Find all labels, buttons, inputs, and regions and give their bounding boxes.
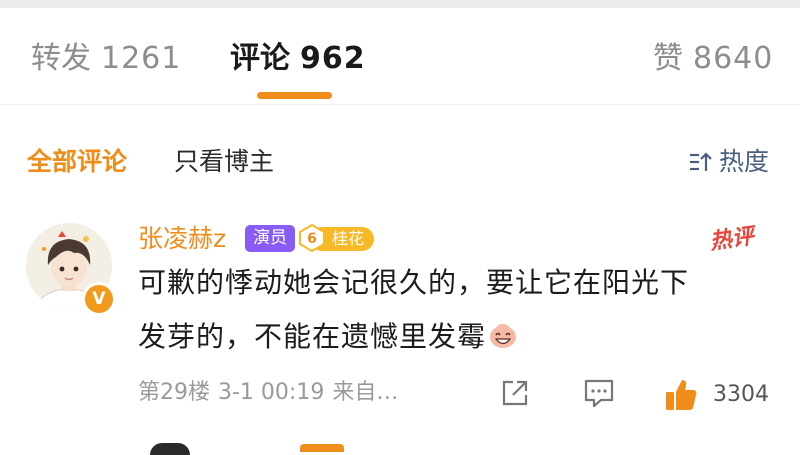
filter-owner-only[interactable]: 只看博主 (174, 147, 274, 177)
tab-comments-label: 评论 (230, 41, 290, 76)
active-tab-indicator (257, 92, 332, 99)
hot-comment-stamp: 热评 (708, 224, 756, 255)
comment-icon[interactable] (583, 377, 615, 409)
like-count: 3304 (713, 382, 769, 407)
filter-all-comments[interactable]: 全部评论 (27, 147, 127, 177)
share-icon[interactable] (499, 377, 531, 409)
tab-bar: 转发 1261 评论 962 赞 8640 (0, 8, 800, 104)
sort-button[interactable]: 热度 (689, 147, 769, 177)
verified-mark: V (92, 289, 106, 309)
tab-comments[interactable]: 评论 962 (230, 42, 366, 76)
comment-source: 来自… (332, 380, 399, 405)
fan-badge-label: 桂花 (332, 229, 365, 248)
comment-username[interactable]: 张凌赫z (138, 224, 226, 254)
tab-repost-count: 1261 (101, 41, 182, 76)
comment-meta: 第29楼 3-1 00:19 来自… (138, 379, 406, 407)
fan-level-number: 6 (307, 231, 317, 247)
sort-lines-icon (690, 152, 712, 171)
comment-text-line-1: 可歉的悸动她会记很久的，要让它在阳光下 (138, 266, 690, 299)
comment-time: 3-1 00:19 (218, 380, 325, 405)
comment-text-line-2: 发芽的，不能在遗憾里发霉 (138, 319, 518, 355)
smiling-emoji-icon (490, 324, 517, 348)
role-badge[interactable]: 演员 (245, 225, 295, 252)
next-comment-username (300, 444, 344, 452)
comment-floor: 第29楼 (138, 380, 210, 405)
sort-label: 热度 (719, 147, 770, 176)
tab-repost[interactable]: 转发 1261 (31, 42, 181, 76)
tab-repost-label: 转发 (31, 41, 91, 76)
fan-level-badge[interactable]: 6 桂花 (298, 224, 376, 252)
comment-text-line-2-text: 发芽的，不能在遗憾里发霉 (138, 320, 487, 353)
tab-likes[interactable]: 赞 8640 (653, 42, 773, 76)
status-strip (0, 0, 800, 8)
next-comment-avatar (150, 443, 190, 455)
tab-likes-count: 8640 (693, 41, 774, 76)
verified-badge: V (82, 282, 116, 316)
fan-level-icon: 6 (299, 224, 325, 252)
thumbs-up-icon[interactable] (663, 377, 699, 413)
tab-likes-label: 赞 (653, 41, 683, 76)
divider (0, 104, 800, 105)
tab-comments-count: 962 (300, 41, 366, 76)
